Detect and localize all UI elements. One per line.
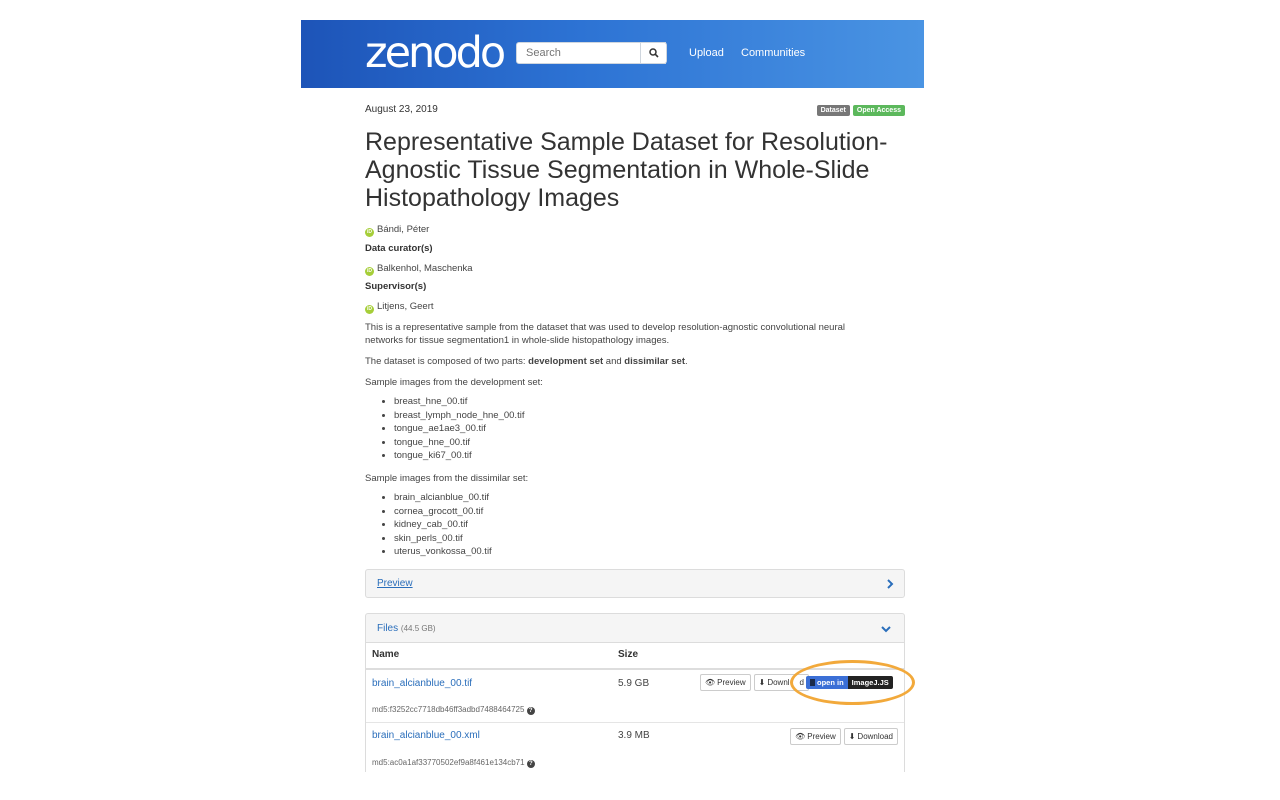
preview-button[interactable]: 👁 Preview: [700, 674, 751, 691]
dataset-badge: Dataset: [816, 105, 850, 116]
dev-set-heading: Sample images from the development set:: [365, 377, 543, 388]
preview-button-label: Preview: [717, 678, 746, 687]
preview-panel[interactable]: Preview: [365, 569, 905, 598]
search-icon: [648, 48, 659, 58]
search-button[interactable]: [640, 42, 667, 64]
preview-button[interactable]: 👁 Preview: [790, 728, 841, 745]
list-item: cornea_grocott_00.tif: [394, 505, 492, 519]
files-total-size: (44.5 GB): [400, 624, 436, 633]
supervisor-row: iD Litjens, Geert: [365, 300, 434, 314]
files-panel-header[interactable]: Files (44.5 GB): [365, 613, 905, 643]
download-icon: ⬇: [848, 732, 856, 741]
open-access-badge: Open Access: [852, 105, 905, 116]
help-icon[interactable]: ?: [526, 707, 535, 715]
supervisor-label: Supervisor(s): [365, 281, 427, 292]
highlight-circle: [790, 660, 915, 705]
row-actions: 👁 Preview ⬇ Download: [790, 728, 898, 745]
file-size: 3.9 MB: [618, 730, 650, 741]
column-header-size: Size: [618, 649, 639, 660]
help-icon[interactable]: ?: [526, 760, 535, 768]
list-item: tongue_hne_00.tif: [394, 436, 524, 450]
nav-upload-link[interactable]: Upload: [689, 47, 724, 59]
curator-name[interactable]: Balkenhol, Maschenka: [377, 263, 473, 274]
orcid-icon[interactable]: iD: [365, 228, 374, 237]
file-size: 5.9 GB: [618, 678, 650, 689]
orcid-icon[interactable]: iD: [365, 267, 374, 276]
list-item: tongue_ki67_00.tif: [394, 449, 524, 463]
download-button-label: Downl: [767, 678, 790, 687]
curator-row: iD Balkenhol, Maschenka: [365, 262, 473, 276]
preview-toggle-link[interactable]: Preview: [377, 578, 413, 589]
publication-date: August 23, 2019: [365, 104, 438, 115]
list-item: uterus_vonkossa_00.tif: [394, 545, 492, 559]
download-button[interactable]: ⬇ Download: [843, 728, 898, 745]
record-badges: Dataset Open Access: [816, 105, 905, 116]
list-item: skin_perls_00.tif: [394, 532, 492, 546]
preview-button-label: Preview: [807, 732, 836, 741]
list-item: tongue_ae1ae3_00.tif: [394, 422, 524, 436]
creator-name[interactable]: Bándi, Péter: [377, 224, 429, 235]
nav-communities-link[interactable]: Communities: [741, 47, 805, 59]
file-md5: md5:ac0a1af33770502ef9a8f461e134cb71 ?: [372, 758, 535, 768]
md5-text: md5:f3252cc7718db46ff3adbd7488464725: [372, 705, 525, 714]
eye-icon: 👁: [705, 678, 716, 687]
composition-suffix: .: [685, 356, 688, 367]
file-name-link[interactable]: brain_alcianblue_00.tif: [372, 678, 472, 689]
zenodo-logo[interactable]: zenodo: [365, 28, 506, 78]
dissimilar-set-label: dissimilar set: [624, 356, 686, 367]
download-icon: ⬇: [758, 678, 766, 687]
list-item: breast_lymph_node_hne_00.tif: [394, 409, 524, 423]
chevron-right-icon[interactable]: [886, 579, 894, 589]
curator-label: Data curator(s): [365, 243, 433, 254]
dissimilar-set-heading: Sample images from the dissimilar set:: [365, 473, 529, 484]
top-navbar: zenodo Upload Communities: [301, 20, 924, 88]
development-set-label: development set: [528, 356, 604, 367]
composition-prefix: The dataset is composed of two parts:: [365, 356, 529, 367]
browser-page: zenodo Upload Communities August 23, 201…: [301, 20, 924, 772]
composition-text: The dataset is composed of two parts: de…: [365, 355, 688, 368]
eye-icon: 👁: [795, 732, 806, 741]
md5-text: md5:ac0a1af33770502ef9a8f461e134cb71: [372, 758, 525, 767]
file-name-link[interactable]: brain_alcianblue_00.xml: [372, 730, 480, 741]
download-button-label: Download: [857, 732, 893, 741]
list-item: breast_hne_00.tif: [394, 395, 524, 409]
description: This is a representative sample from the…: [365, 322, 846, 346]
chevron-down-icon[interactable]: [881, 625, 891, 633]
list-item: brain_alcianblue_00.tif: [394, 491, 492, 505]
files-toggle-link[interactable]: Files (44.5 GB): [377, 623, 436, 634]
supervisor-name[interactable]: Litjens, Geert: [377, 301, 434, 312]
orcid-icon[interactable]: iD: [365, 305, 374, 314]
table-row: brain_alcianblue_00.xml 3.9 MB md5:ac0a1…: [366, 723, 904, 772]
composition-and: and: [603, 356, 625, 367]
files-label[interactable]: Files: [377, 623, 398, 634]
record-title: Representative Sample Dataset for Resolu…: [365, 128, 888, 212]
file-md5: md5:f3252cc7718db46ff3adbd7488464725 ?: [372, 705, 535, 715]
dev-file-list: breast_hne_00.tif breast_lymph_node_hne_…: [382, 395, 524, 463]
creator-row: iD Bándi, Péter: [365, 223, 429, 237]
column-header-name: Name: [372, 649, 400, 660]
list-item: kidney_cab_00.tif: [394, 518, 492, 532]
dissimilar-file-list: brain_alcianblue_00.tif cornea_grocott_0…: [382, 491, 492, 559]
